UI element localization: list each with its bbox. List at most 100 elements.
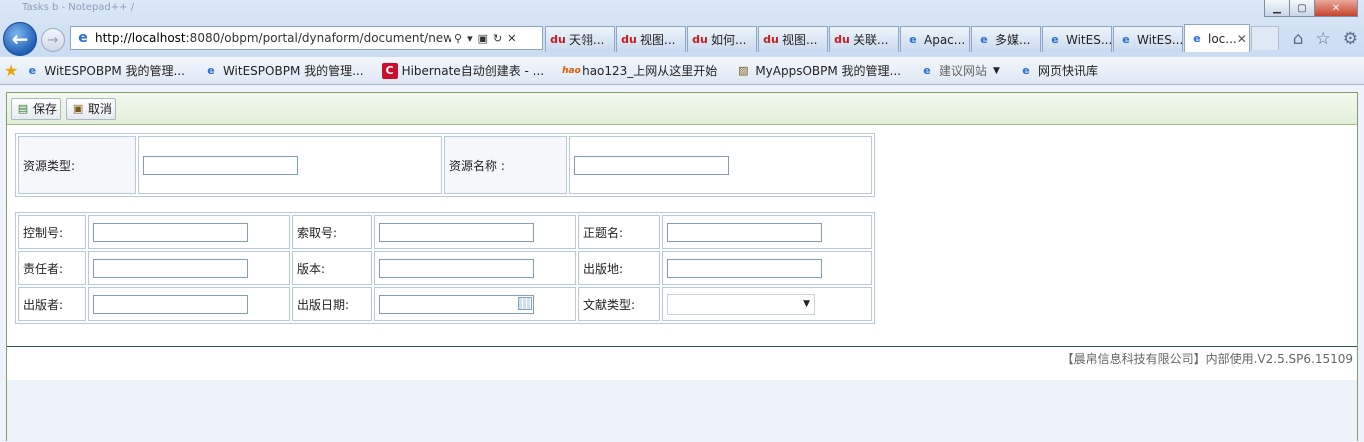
tab-item[interactable]: du 天翎...: [545, 26, 615, 52]
resource-table: 资源类型: 资源名称 :: [15, 133, 875, 197]
new-tab-button[interactable]: [1251, 26, 1279, 50]
resource-name-label: 资源名称 :: [444, 136, 567, 194]
resource-type-input[interactable]: [143, 155, 298, 175]
gear-icon[interactable]: ⚙: [1343, 29, 1358, 49]
compatibility-icon[interactable]: ▣: [478, 32, 488, 45]
baidu-icon: du: [621, 32, 637, 46]
search-icon[interactable]: ⚲: [454, 32, 462, 45]
page-content: ▤ 保存 ▣ 取消 资源类型: 资源名称 : 控制号: 索取号: 正题名: 责任者:: [6, 92, 1358, 442]
minimize-button[interactable]: ▁: [1264, 0, 1290, 17]
favorite-label: WitESPOBPM 我的管理...: [222, 64, 364, 78]
publisher-label: 出版者:: [18, 287, 86, 321]
resource-name-input[interactable]: [574, 155, 729, 175]
favorites-star-icon[interactable]: ☆: [1316, 29, 1331, 49]
tab-item[interactable]: e WitES...: [1042, 26, 1112, 52]
bibliographic-table: 控制号: 索取号: 正题名: 责任者: 版本: 出版地: 出版者: 出版日期:: [15, 212, 875, 324]
save-icon: ▤: [17, 101, 29, 115]
tab-label: loc...: [1208, 31, 1237, 46]
close-tab-icon[interactable]: ✕: [1237, 32, 1247, 46]
favorite-link[interactable]: e WitESPOBPM 我的管理...: [203, 62, 364, 79]
baidu-icon: du: [763, 32, 779, 46]
picture-icon: ▨: [738, 63, 749, 77]
tab-label: 天翎...: [569, 33, 605, 47]
control-no-label: 控制号:: [18, 215, 86, 249]
save-button[interactable]: ▤ 保存: [11, 97, 62, 120]
url-text[interactable]: http://localhost:8080/obpm/portal/dynafo…: [95, 31, 451, 45]
chevron-down-icon[interactable]: ▼: [993, 66, 1000, 76]
browser-toolbar-icons: ⌂ ☆ ⚙: [1293, 29, 1358, 49]
pub-date-label: 出版日期:: [292, 287, 372, 321]
favorite-link[interactable]: e WitESPOBPM 我的管理...: [24, 62, 185, 79]
tab-label: 关联...: [853, 33, 889, 47]
page-bottom-area: [7, 380, 1357, 442]
tab-item-active[interactable]: e loc... ✕: [1184, 24, 1250, 52]
tab-label: WitES...: [1066, 32, 1112, 47]
stop-icon[interactable]: ✕: [507, 32, 516, 45]
pub-place-label: 出版地:: [578, 251, 660, 285]
doc-type-cell: ▼: [662, 287, 872, 321]
browser-titlebar: Tasks b - Notepad++ / ▁ ▢ ✕ ← → e http:/…: [0, 0, 1364, 57]
back-button[interactable]: ←: [3, 22, 37, 56]
resource-type-cell: [138, 136, 442, 194]
window-controls: ▁ ▢ ✕: [1264, 0, 1358, 17]
baidu-icon: du: [834, 32, 850, 46]
tab-item[interactable]: e Apac...: [900, 26, 970, 52]
favorite-link[interactable]: e 网页快讯库: [1018, 62, 1098, 79]
ie-page-icon: e: [923, 63, 931, 77]
resource-type-label: 资源类型:: [18, 136, 136, 194]
favorite-link[interactable]: ▨ MyAppsOBPM 我的管理...: [735, 62, 901, 79]
control-no-input[interactable]: [93, 222, 248, 242]
tab-label: WitES...: [1137, 32, 1183, 47]
ie-page-icon: e: [28, 63, 37, 77]
form-toolbar: ▤ 保存 ▣ 取消: [7, 93, 1357, 125]
footer-divider: [7, 346, 1357, 347]
favorite-link[interactable]: hao hao123_上网从这里开始: [562, 62, 717, 79]
refresh-icon[interactable]: ↻: [493, 32, 502, 45]
address-bar[interactable]: e http://localhost:8080/obpm/portal/dyna…: [70, 26, 543, 50]
ie-page-icon: e: [1022, 63, 1030, 77]
responsible-input[interactable]: [93, 258, 248, 278]
favorite-link[interactable]: C Hibernate自动创建表 - ...: [381, 62, 544, 79]
pub-date-cell: [374, 287, 576, 321]
edition-input[interactable]: [379, 258, 534, 278]
ie-page-icon: e: [207, 63, 215, 77]
publisher-cell: [88, 287, 290, 321]
favorite-link[interactable]: e 建议网站 ▼: [919, 62, 1000, 79]
title-input[interactable]: [667, 222, 822, 242]
tab-item[interactable]: du 关联...: [829, 26, 899, 52]
favorite-label: hao123_上网从这里开始: [582, 64, 718, 78]
cancel-label: 取消: [88, 102, 113, 116]
forward-button[interactable]: →: [41, 28, 65, 52]
home-icon[interactable]: ⌂: [1293, 29, 1304, 49]
tab-item[interactable]: e 多媒...: [971, 26, 1041, 52]
close-window-button[interactable]: ✕: [1314, 0, 1358, 17]
tab-item[interactable]: e WitES...: [1113, 26, 1183, 52]
arrow-left-icon: ←: [11, 27, 29, 51]
cancel-button[interactable]: ▣ 取消: [66, 97, 117, 120]
resource-name-cell: [569, 136, 872, 194]
call-no-input[interactable]: [379, 222, 534, 242]
dropdown-icon[interactable]: ▾: [467, 32, 473, 45]
hao123-icon: hao: [562, 65, 581, 76]
tab-label: 如何...: [711, 33, 747, 47]
publisher-input[interactable]: [93, 294, 248, 314]
url-host: http://localhost: [95, 31, 186, 45]
cancel-icon: ▣: [72, 101, 84, 115]
tab-item[interactable]: du 视图...: [758, 26, 828, 52]
url-path: :8080/obpm/portal/dynaform/document/newW: [185, 31, 451, 45]
doc-type-select[interactable]: ▼: [667, 293, 815, 315]
control-no-cell: [88, 215, 290, 249]
favorites-star-icon[interactable]: ★: [4, 61, 18, 80]
call-no-label: 索取号:: [292, 215, 372, 249]
tab-label: 视图...: [640, 33, 676, 47]
tab-item[interactable]: du 视图...: [616, 26, 686, 52]
tab-label: 视图...: [782, 33, 818, 47]
calendar-icon[interactable]: [518, 296, 532, 310]
arrow-right-icon: →: [47, 32, 59, 48]
pub-place-input[interactable]: [667, 258, 822, 278]
maximize-button[interactable]: ▢: [1289, 0, 1315, 17]
tab-item[interactable]: du 如何...: [687, 26, 757, 52]
title-cell: [662, 215, 872, 249]
pub-date-input[interactable]: [379, 294, 534, 314]
doc-type-label: 文献类型:: [578, 287, 660, 321]
